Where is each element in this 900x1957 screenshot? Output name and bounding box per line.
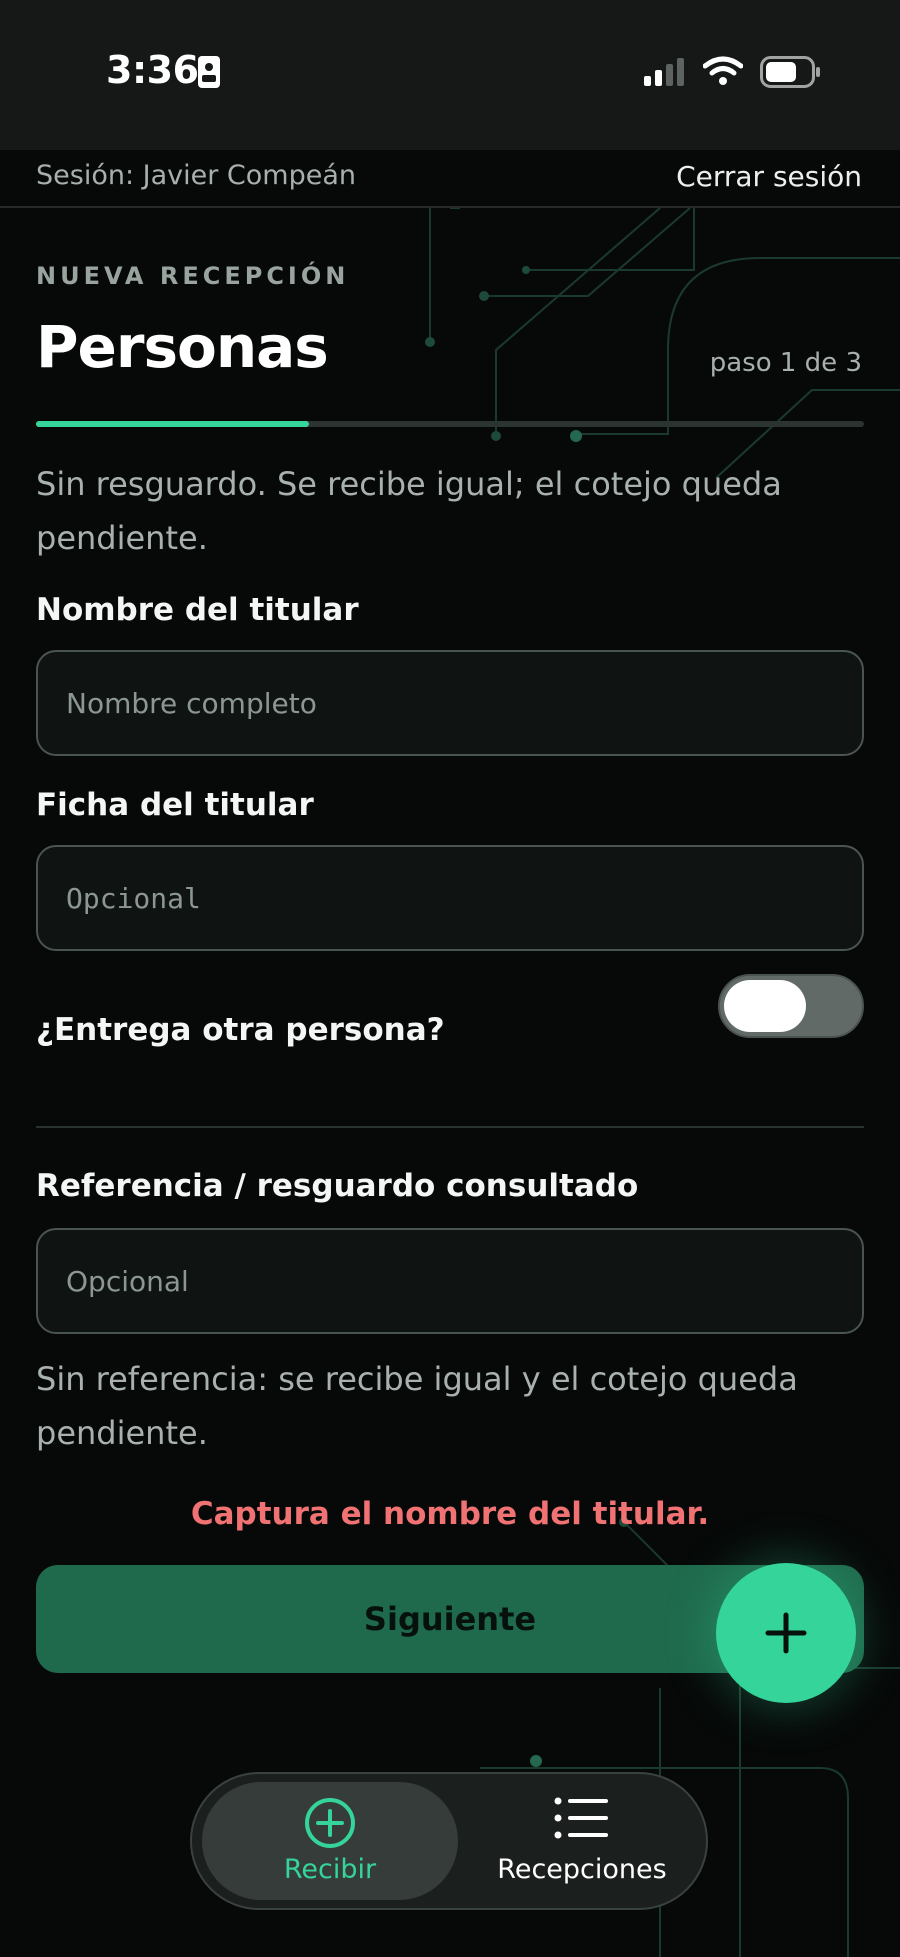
- section-divider: [36, 1126, 864, 1128]
- holder-name-label: Nombre del titular: [36, 592, 359, 628]
- clock: 3:36: [106, 48, 199, 92]
- tab-recepciones-label: Recepciones: [497, 1854, 667, 1885]
- tab-recepciones[interactable]: Recepciones: [466, 1782, 698, 1900]
- holder-name-input[interactable]: [38, 652, 862, 754]
- section-overline: NUEVA RECEPCIÓN: [36, 262, 350, 290]
- holder-id-input[interactable]: [38, 847, 862, 949]
- page-title: Personas: [36, 313, 329, 381]
- id-card-icon: [198, 56, 220, 92]
- reference-input[interactable]: [38, 1230, 862, 1332]
- add-fab-button[interactable]: [716, 1563, 856, 1703]
- wifi-icon: [702, 56, 744, 90]
- reference-field[interactable]: [36, 1228, 864, 1334]
- tab-recibir-label: Recibir: [283, 1854, 377, 1885]
- progress-bar: [36, 421, 864, 427]
- holder-name-field[interactable]: [36, 650, 864, 756]
- header-divider: [0, 206, 900, 208]
- step-indicator: paso 1 de 3: [709, 348, 862, 378]
- status-bar: 3:36: [0, 0, 900, 150]
- session-label: Sesión: Javier Compeán: [36, 160, 356, 191]
- bottom-tab-bar: Recibir Recepciones: [190, 1772, 708, 1910]
- other-person-label: ¿Entrega otra persona?: [36, 1012, 445, 1048]
- plus-circle-icon: [305, 1798, 355, 1848]
- reference-label: Referencia / resguardo consultado: [36, 1168, 639, 1204]
- battery-icon: [760, 56, 822, 92]
- holder-id-field[interactable]: [36, 845, 864, 951]
- cellular-signal-icon: [644, 58, 688, 90]
- plus-icon: [765, 1612, 807, 1654]
- logout-link[interactable]: Cerrar sesión: [676, 160, 862, 193]
- toggle-knob: [724, 980, 806, 1032]
- other-person-toggle[interactable]: [718, 974, 864, 1038]
- tab-recibir[interactable]: Recibir: [202, 1782, 458, 1900]
- holder-id-label: Ficha del titular: [36, 787, 314, 823]
- error-message: Captura el nombre del titular.: [190, 1496, 710, 1532]
- info-note: Sin resguardo. Se recibe igual; el cotej…: [36, 465, 782, 557]
- reference-help: Sin referencia: se recibe igual y el cot…: [36, 1360, 798, 1452]
- list-icon: [554, 1797, 608, 1839]
- progress-fill: [36, 421, 310, 427]
